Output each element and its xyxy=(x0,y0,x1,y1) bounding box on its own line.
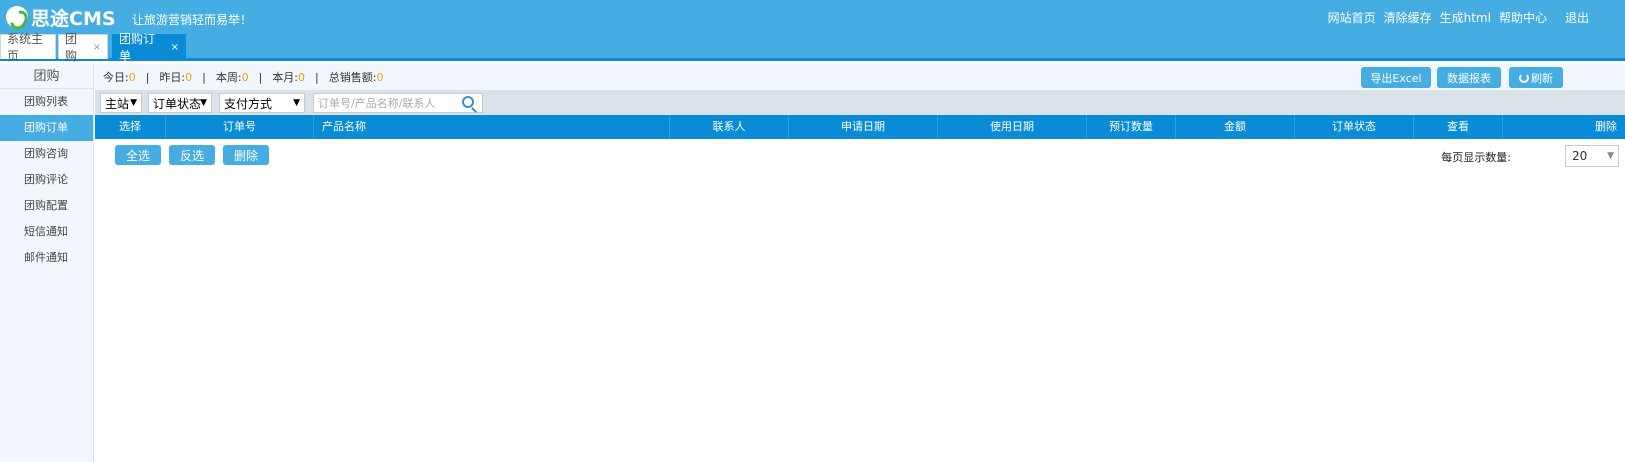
sidebar-title: 团购 xyxy=(0,64,93,89)
chevron-down-icon: ▼ xyxy=(200,98,207,108)
stat-value: 0 xyxy=(376,71,384,84)
stats-bar: 今日:0 | 昨日:0 | 本周:0 | 本月:0 | 总销售额:0 导出Exc… xyxy=(95,64,1625,90)
separator: | xyxy=(315,70,319,84)
main-content: 今日:0 | 昨日:0 | 本周:0 | 本月:0 | 总销售额:0 导出Exc… xyxy=(95,64,1625,462)
order-status-select[interactable]: 订单状态 ▼ xyxy=(148,93,212,113)
data-report-button[interactable]: 数据报表 xyxy=(1437,67,1501,88)
chevron-down-icon: ▼ xyxy=(293,98,300,108)
stat-week: 本周:0 xyxy=(216,69,249,85)
col-delete: 删除 xyxy=(1595,120,1617,133)
sidebar: 团购 团购列表 团购订单 团购咨询 团购评论 团购配置 短信通知 邮件通知 xyxy=(0,64,94,462)
logo-icon xyxy=(6,6,28,28)
top-links: 网站首页 清除缓存 生成html 帮助中心 退出 xyxy=(1320,9,1589,26)
tab-label: 系统主页 xyxy=(7,32,44,63)
stat-value: 0 xyxy=(185,71,193,84)
link-clear-cache[interactable]: 清除缓存 xyxy=(1384,9,1432,26)
chevron-down-icon: ▼ xyxy=(1607,151,1614,161)
stat-value: 0 xyxy=(128,71,136,84)
stat-total-sales: 总销售额:0 xyxy=(329,69,384,85)
col-order-no: 订单号 xyxy=(166,115,314,139)
chevron-down-icon: ▼ xyxy=(130,98,137,108)
site-select-value: 主站 xyxy=(105,96,130,111)
delete-button[interactable]: 删除 xyxy=(223,145,269,165)
separator: | xyxy=(145,70,150,84)
col-contact: 联系人 xyxy=(670,115,789,139)
order-status-value: 订单状态 xyxy=(153,96,202,111)
stat-label: 总销售额: xyxy=(328,71,377,84)
tab-system-home[interactable]: 系统主页 xyxy=(0,32,56,63)
sidebar-item-sms-notice[interactable]: 短信通知 xyxy=(0,219,93,245)
col-quantity: 预订数量 xyxy=(1087,115,1176,139)
col-select: 选择 xyxy=(95,115,166,139)
sidebar-item-groupbuy-reviews[interactable]: 团购评论 xyxy=(0,167,93,193)
app-header: 思途CMS 让旅游营销轻而易举！ 网站首页 清除缓存 生成html 帮助中心 退… xyxy=(0,0,1625,34)
page-size-value: 20 xyxy=(1572,149,1588,163)
link-generate-html[interactable]: 生成html xyxy=(1440,9,1491,26)
tab-groupbuy-orders[interactable]: 团购订单 × xyxy=(112,32,186,63)
search-box xyxy=(313,93,483,113)
logo: 思途CMS xyxy=(6,4,116,30)
col-amount: 金额 xyxy=(1176,115,1295,139)
stat-today: 今日:0 xyxy=(103,69,136,85)
stat-month: 本月:0 xyxy=(272,69,305,85)
col-apply-date: 申请日期 xyxy=(789,115,938,139)
filter-bar: 主站 ▼ 订单状态 ▼ 支付方式 ▼ xyxy=(95,90,1625,115)
stat-yesterday: 昨日:0 xyxy=(159,69,192,85)
search-input[interactable] xyxy=(314,94,454,112)
page-size-select[interactable]: 20 ▼ xyxy=(1565,145,1619,167)
col-product-name: 产品名称 xyxy=(314,115,670,139)
col-use-date: 使用日期 xyxy=(938,115,1087,139)
bulk-ops-bar: 全选 反选 删除 每页显示数量: 20 ▼ xyxy=(95,139,1625,171)
close-icon[interactable]: × xyxy=(93,42,101,53)
close-icon[interactable]: × xyxy=(171,42,179,53)
logo-text: 思途CMS xyxy=(31,7,116,30)
sidebar-item-groupbuy-config[interactable]: 团购配置 xyxy=(0,193,93,219)
sidebar-item-email-notice[interactable]: 邮件通知 xyxy=(0,245,93,271)
tab-bar: 系统主页 团购 × 团购订单 × xyxy=(0,32,1625,63)
link-site-home[interactable]: 网站首页 xyxy=(1328,9,1376,26)
page-size-label: 每页显示数量: xyxy=(1441,151,1511,164)
refresh-icon xyxy=(1519,72,1529,83)
tab-label: 团购订单 xyxy=(119,32,156,63)
slogan: 让旅游营销轻而易举！ xyxy=(132,13,253,27)
col-view: 查看 xyxy=(1414,115,1503,139)
stat-label: 昨日: xyxy=(159,71,186,84)
search-icon[interactable] xyxy=(462,96,474,108)
refresh-label: 刷新 xyxy=(1531,71,1553,85)
tab-label: 团购 xyxy=(65,32,78,63)
sidebar-item-groupbuy-orders[interactable]: 团购订单 xyxy=(0,115,93,141)
stat-value: 0 xyxy=(298,71,306,84)
link-help-center[interactable]: 帮助中心 xyxy=(1499,9,1547,26)
stat-value: 0 xyxy=(241,71,249,84)
select-all-button[interactable]: 全选 xyxy=(115,145,161,165)
sidebar-item-groupbuy-list[interactable]: 团购列表 xyxy=(0,89,93,115)
stat-label: 本月: xyxy=(272,71,299,84)
tab-groupbuy[interactable]: 团购 × xyxy=(58,32,108,63)
refresh-button[interactable]: 刷新 xyxy=(1509,67,1563,88)
table-header: 选择 订单号 产品名称 联系人 申请日期 使用日期 预订数量 金额 订单状态 查… xyxy=(95,115,1625,139)
payment-method-select[interactable]: 支付方式 ▼ xyxy=(219,93,305,113)
invert-selection-button[interactable]: 反选 xyxy=(169,145,215,165)
stat-label: 本周: xyxy=(215,71,242,84)
separator: | xyxy=(258,70,263,84)
sidebar-item-groupbuy-inquiry[interactable]: 团购咨询 xyxy=(0,141,93,167)
stat-label: 今日: xyxy=(103,71,129,84)
export-excel-button[interactable]: 导出Excel xyxy=(1361,67,1431,88)
payment-method-value: 支付方式 xyxy=(224,96,273,111)
logout-link[interactable]: 退出 xyxy=(1565,9,1589,26)
col-order-status: 订单状态 xyxy=(1295,115,1414,139)
site-select[interactable]: 主站 ▼ xyxy=(100,93,142,113)
separator: | xyxy=(202,70,206,84)
